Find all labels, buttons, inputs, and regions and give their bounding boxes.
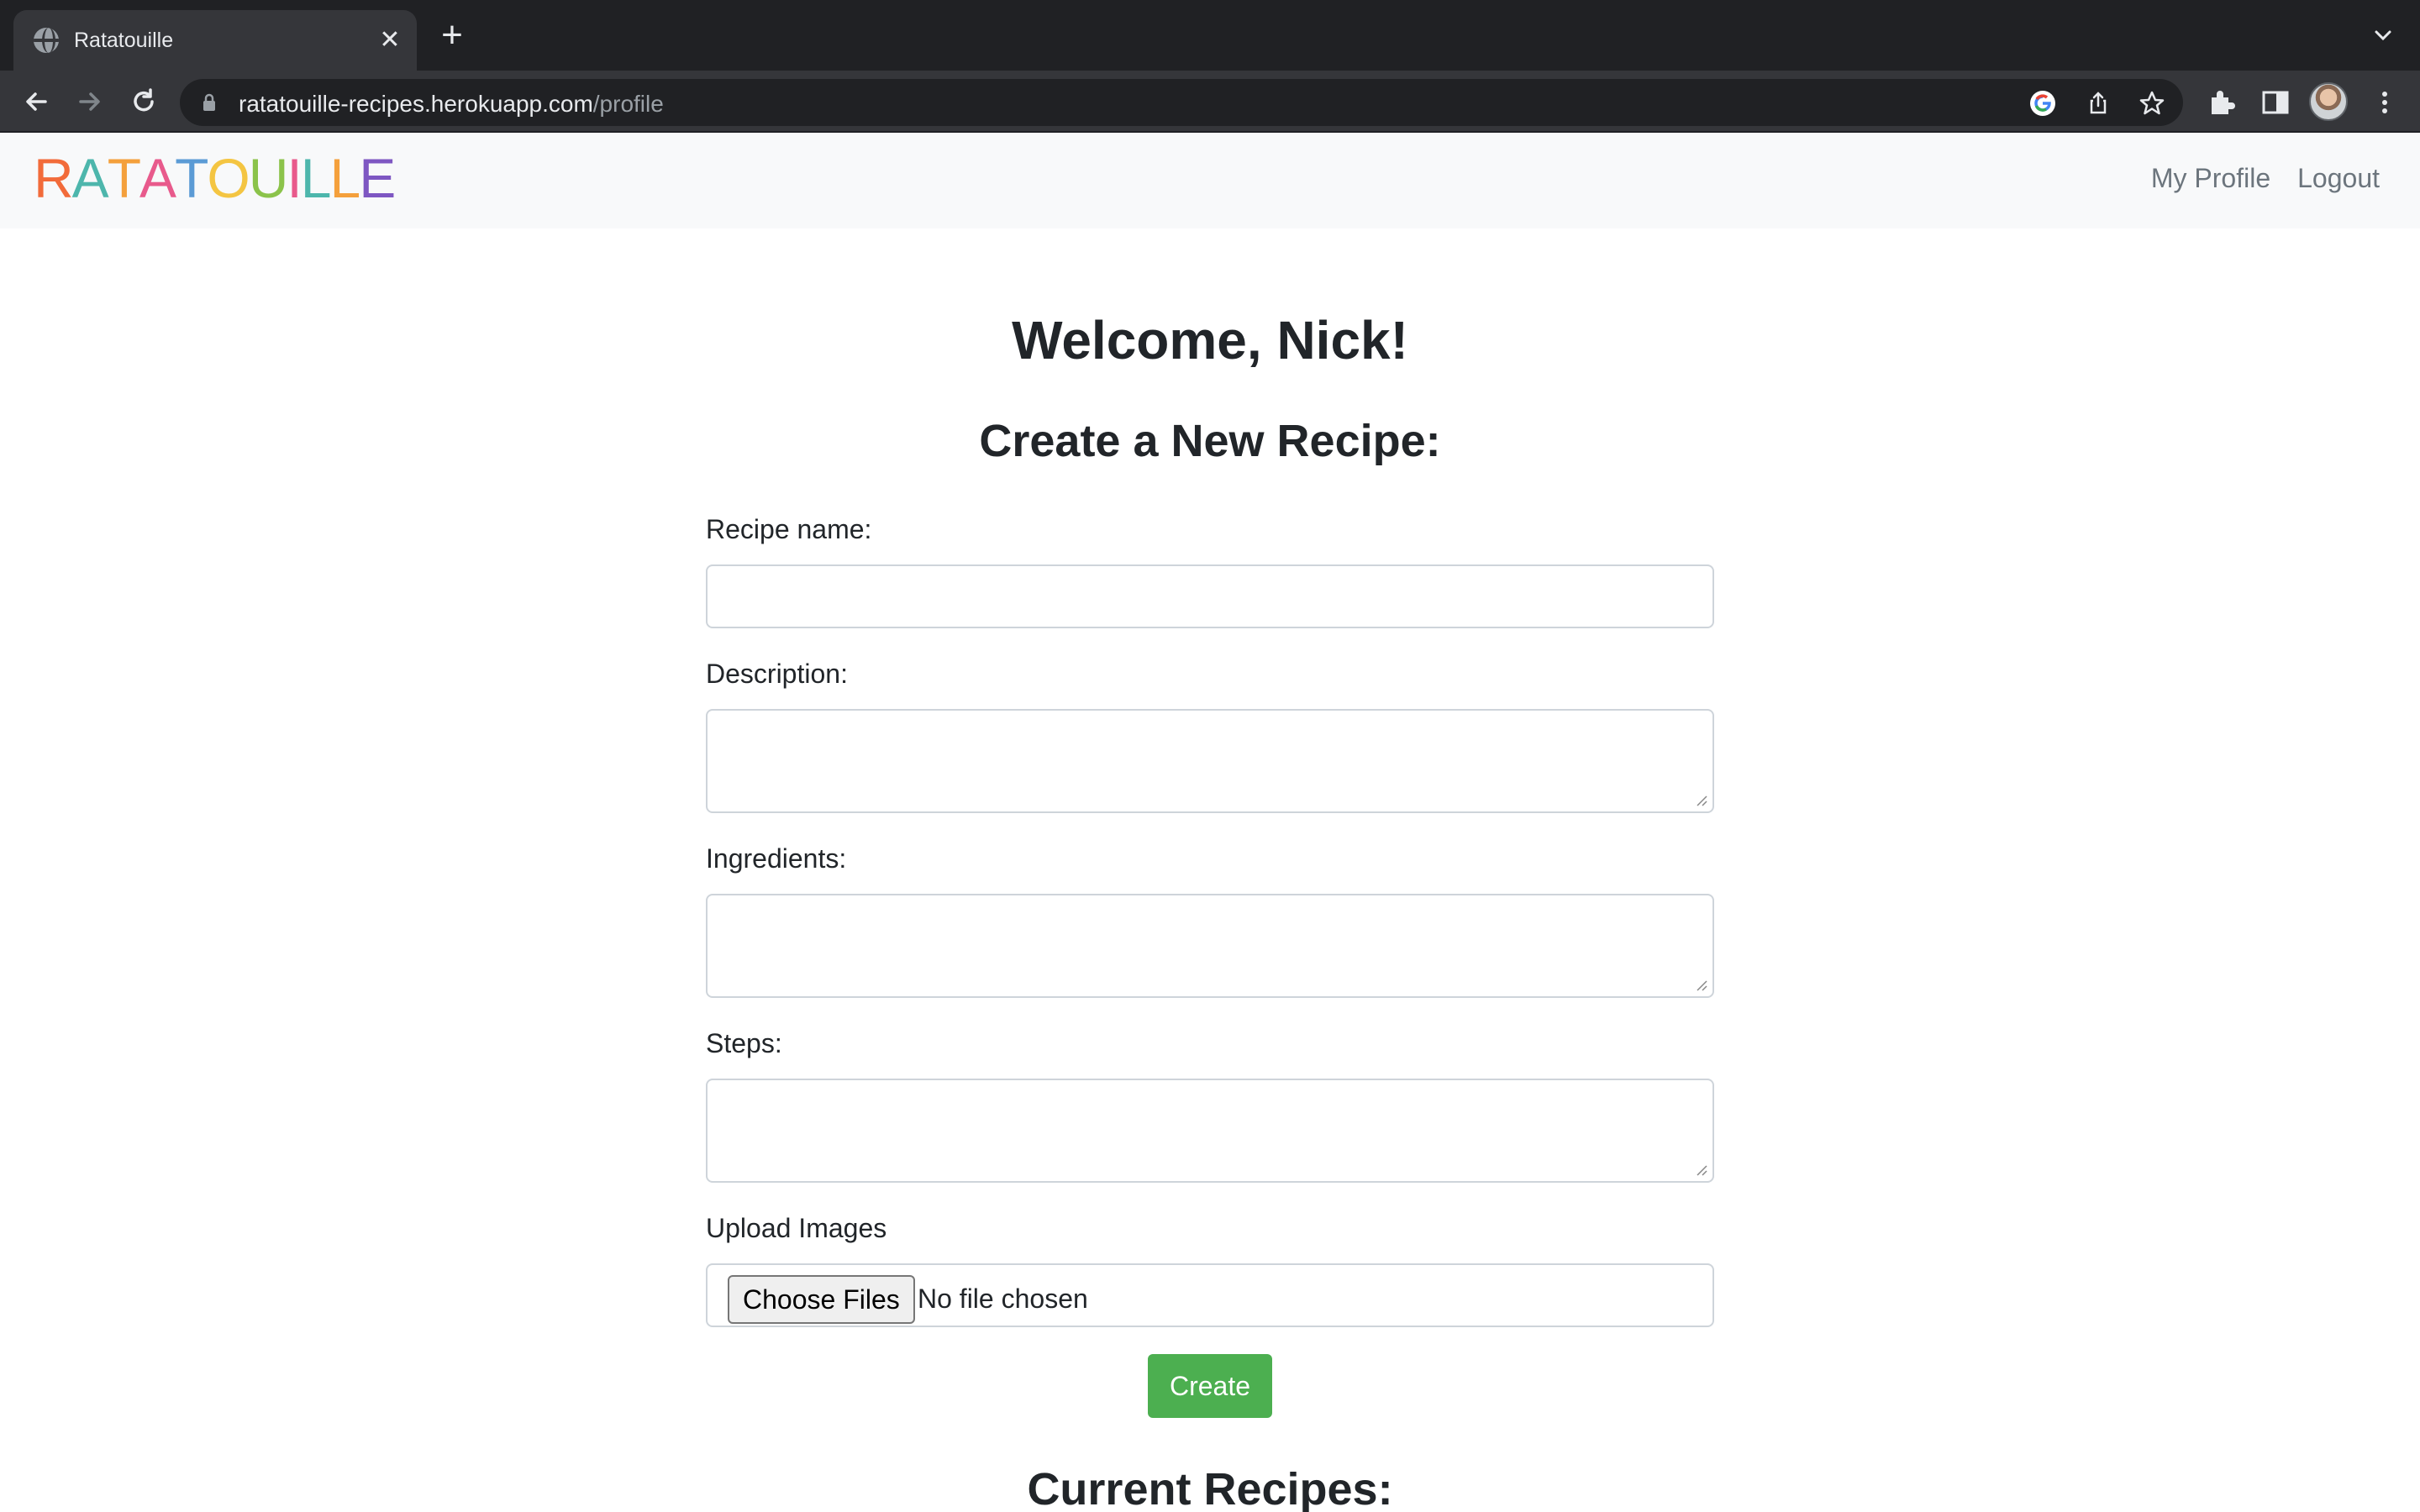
logo-letter: R [34, 147, 74, 209]
description-label: Description: [706, 659, 848, 689]
bookmark-star-icon[interactable] [2138, 89, 2166, 118]
lock-icon[interactable] [202, 93, 217, 112]
side-panel-icon[interactable] [2259, 86, 2292, 119]
back-icon[interactable] [18, 84, 54, 119]
google-icon[interactable] [2028, 89, 2057, 118]
current-recipes-heading: Current Recipes: [1027, 1464, 1393, 1512]
url-text[interactable]: ratatouille-recipes.herokuapp.com/profil… [239, 91, 664, 118]
resize-grip-icon[interactable] [1696, 1164, 1707, 1176]
site-navbar: RATATOUILLE My Profile Logout [0, 133, 2420, 228]
ratatouille-logo[interactable]: RATATOUILLE [34, 147, 396, 209]
logo-letter: L [329, 147, 360, 209]
recipe-name-input[interactable] [706, 564, 1714, 628]
ingredients-label: Ingredients: [706, 843, 847, 874]
reload-icon[interactable] [126, 84, 161, 119]
url-path: /profile [592, 91, 664, 117]
url-host: ratatouille-recipes.herokuapp.com [239, 91, 593, 117]
welcome-heading: Welcome, Nick! [1012, 310, 1408, 370]
nav-my-profile[interactable]: My Profile [2151, 163, 2270, 194]
logo-letter: T [175, 147, 208, 209]
new-tab-icon[interactable]: + [435, 17, 469, 54]
logo-letter: U [248, 147, 289, 209]
more-menu-icon[interactable] [2368, 86, 2402, 119]
ingredients-textarea[interactable] [706, 894, 1714, 998]
logo-letter: I [287, 147, 302, 209]
create-recipe-heading: Create a New Recipe: [979, 416, 1441, 466]
resize-grip-icon[interactable] [1696, 795, 1707, 806]
create-button[interactable]: Create [1148, 1354, 1272, 1418]
globe-icon [34, 28, 59, 53]
file-upload-field[interactable]: Choose Files No file chosen [706, 1263, 1714, 1327]
resize-grip-icon[interactable] [1696, 979, 1707, 991]
logo-letter: E [359, 147, 396, 209]
logo-letter: L [300, 147, 332, 209]
forward-icon[interactable] [72, 84, 108, 119]
close-tab-icon[interactable]: ✕ [375, 25, 405, 55]
logo-letter: T [107, 147, 141, 209]
nav-logout[interactable]: Logout [2297, 163, 2380, 194]
steps-label: Steps: [706, 1028, 782, 1058]
nav-links: My Profile Logout [2151, 163, 2380, 194]
browser-toolbar: ratatouille-recipes.herokuapp.com/profil… [0, 71, 2420, 133]
tab-title: Ratatouille [74, 29, 174, 52]
logo-letter: O [207, 147, 250, 209]
steps-textarea[interactable] [706, 1079, 1714, 1183]
chevron-down-icon[interactable] [2370, 22, 2396, 49]
share-icon[interactable] [2084, 89, 2112, 118]
address-bar[interactable]: ratatouille-recipes.herokuapp.com/profil… [180, 79, 2183, 126]
logo-letter: A [71, 147, 109, 209]
recipe-name-label: Recipe name: [706, 514, 872, 544]
description-textarea[interactable] [706, 709, 1714, 813]
file-status-text: No file chosen [918, 1284, 1088, 1314]
extensions-icon[interactable] [2205, 86, 2238, 119]
browser-tab-strip: Ratatouille ✕ + [0, 0, 2420, 71]
choose-files-button[interactable]: Choose Files [728, 1275, 915, 1324]
profile-avatar[interactable] [2309, 82, 2348, 121]
upload-images-label: Upload Images [706, 1213, 887, 1243]
browser-tab[interactable]: Ratatouille ✕ [13, 10, 417, 71]
logo-letter: A [139, 147, 176, 209]
